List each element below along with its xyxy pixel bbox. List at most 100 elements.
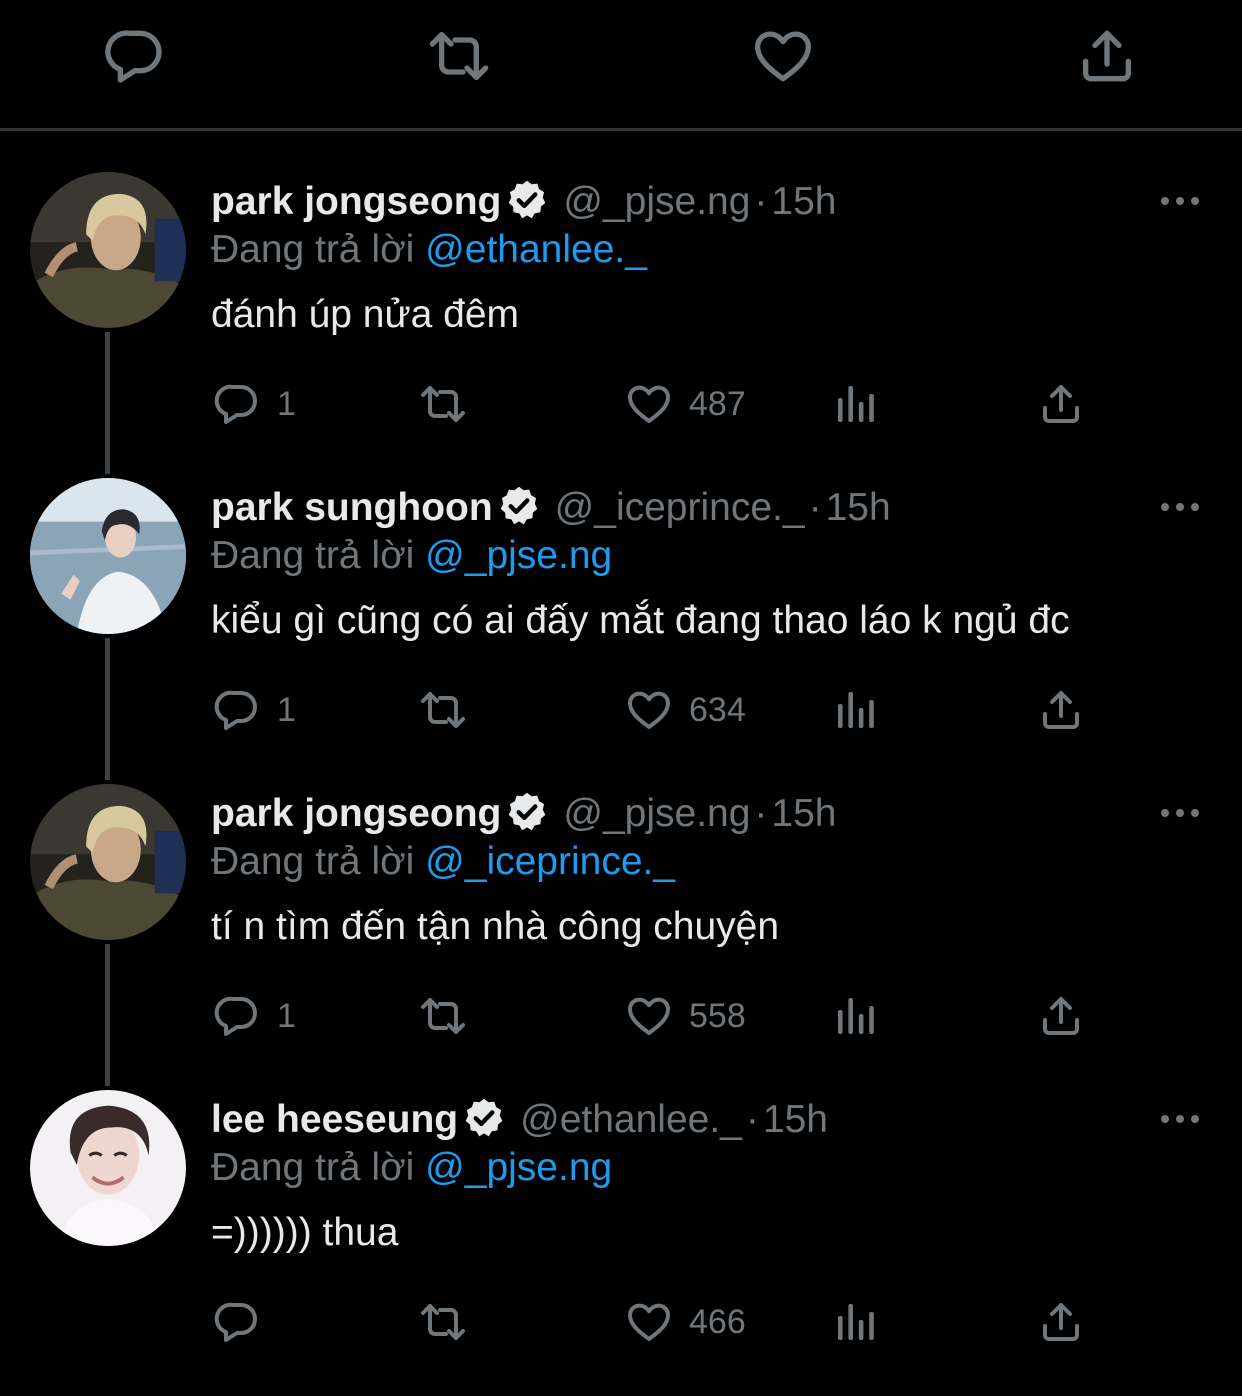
share-icon [1037, 686, 1085, 734]
timestamp[interactable]: 15h [763, 1098, 828, 1141]
like-button[interactable]: 466 [625, 1298, 746, 1346]
retweet-icon [419, 992, 467, 1040]
views-button[interactable] [832, 1298, 880, 1346]
like-icon [625, 992, 673, 1040]
reply-count: 1 [277, 384, 296, 423]
mention-link[interactable]: @ethanlee._ [425, 228, 647, 271]
replying-prefix: Đang trả lời [211, 1146, 415, 1189]
retweet-button[interactable] [419, 992, 467, 1040]
views-button[interactable] [832, 686, 880, 734]
reply-icon [213, 992, 261, 1040]
replying-prefix: Đang trả lời [211, 534, 415, 577]
author-name[interactable]: lee heeseung [211, 1098, 458, 1141]
like-button[interactable]: 487 [625, 380, 746, 428]
retweet-icon [419, 1298, 467, 1346]
views-button[interactable] [832, 380, 880, 428]
more-options-icon[interactable] [1158, 1104, 1202, 1134]
retweet-button[interactable] [419, 1298, 467, 1346]
like-button[interactable]: 558 [625, 992, 746, 1040]
reply-tweet[interactable]: park jongseong @_pjse.ng · 15h Đang trả lời… [0, 784, 1242, 1090]
separator-dot: · [808, 486, 822, 529]
share-icon [1037, 1298, 1085, 1346]
avatar[interactable] [30, 1090, 186, 1246]
tweet-text: đánh úp nửa đêm [211, 293, 520, 336]
tweet-header: lee heeseung @ethanlee._ · 15h [211, 1096, 828, 1142]
reply-count: 1 [277, 996, 296, 1035]
retweet-icon [419, 686, 467, 734]
tweet-header: park jongseong @_pjse.ng · 15h [211, 790, 837, 836]
author-name[interactable]: park jongseong [211, 180, 501, 223]
thread-line [105, 332, 110, 474]
share-button[interactable] [1037, 1298, 1085, 1346]
avatar[interactable] [30, 784, 186, 940]
timestamp[interactable]: 15h [826, 486, 891, 529]
tweet-text: kiểu gì cũng có ai đấy mắt đang thao láo… [211, 599, 1070, 642]
thread-line [105, 944, 110, 1086]
replying-prefix: Đang trả lời [211, 228, 415, 271]
verified-badge-icon [497, 484, 541, 528]
replying-to: Đang trả lời @_pjse.ng [211, 534, 612, 578]
reply-button[interactable]: 1 [213, 380, 296, 428]
retweet-button[interactable] [419, 380, 467, 428]
more-options-icon[interactable] [1158, 798, 1202, 828]
share-icon[interactable] [1075, 24, 1139, 88]
reply-button[interactable]: 1 [213, 992, 296, 1040]
separator-dot: · [745, 1098, 759, 1141]
share-button[interactable] [1037, 686, 1085, 734]
tweet-action-bar [0, 0, 1242, 131]
avatar[interactable] [30, 478, 186, 634]
mention-link[interactable]: @_iceprince._ [425, 840, 675, 883]
timestamp[interactable]: 15h [771, 180, 836, 223]
like-count: 634 [689, 690, 746, 729]
verified-badge-icon [505, 790, 549, 834]
like-count: 466 [689, 1302, 746, 1341]
mention-link[interactable]: @_pjse.ng [425, 1146, 612, 1189]
reply-button[interactable] [213, 1298, 277, 1346]
like-count: 558 [689, 996, 746, 1035]
views-icon [832, 380, 880, 428]
views-button[interactable] [832, 992, 880, 1040]
author-handle[interactable]: @_iceprince._ [555, 486, 805, 529]
reply-tweet[interactable]: lee heeseung @ethanlee._ · 15h Đang trả lời… [0, 1090, 1242, 1396]
like-button[interactable]: 634 [625, 686, 746, 734]
like-icon[interactable] [751, 24, 815, 88]
thread-line [105, 638, 110, 780]
replying-to: Đang trả lời @_pjse.ng [211, 1146, 612, 1190]
views-icon [832, 686, 880, 734]
reply-tweet[interactable]: park jongseong @_pjse.ng · 15h Đang trả lời… [0, 172, 1242, 478]
share-icon [1037, 380, 1085, 428]
share-button[interactable] [1037, 992, 1085, 1040]
author-handle[interactable]: @ethanlee._ [520, 1098, 742, 1141]
retweet-icon[interactable] [427, 24, 491, 88]
timestamp[interactable]: 15h [771, 792, 836, 835]
reply-tweet[interactable]: park sunghoon @_iceprince._ · 15h Đang trả … [0, 478, 1242, 784]
replying-to: Đang trả lời @ethanlee._ [211, 228, 647, 272]
reply-button[interactable]: 1 [213, 686, 296, 734]
more-options-icon[interactable] [1158, 186, 1202, 216]
like-icon [625, 686, 673, 734]
retweet-icon [419, 380, 467, 428]
retweet-button[interactable] [419, 686, 467, 734]
like-icon [625, 1298, 673, 1346]
replying-prefix: Đang trả lời [211, 840, 415, 883]
author-handle[interactable]: @_pjse.ng [563, 180, 750, 223]
share-icon [1037, 992, 1085, 1040]
tweet-text: tí n tìm đến tận nhà công chuyện [211, 905, 780, 948]
tweet-header: park jongseong @_pjse.ng · 15h [211, 178, 837, 224]
mention-link[interactable]: @_pjse.ng [425, 534, 612, 577]
avatar[interactable] [30, 172, 186, 328]
author-name[interactable]: park sunghoon [211, 486, 493, 529]
reply-icon[interactable] [103, 24, 167, 88]
like-icon [625, 380, 673, 428]
reply-icon [213, 686, 261, 734]
tweet-header: park sunghoon @_iceprince._ · 15h [211, 484, 891, 530]
author-name[interactable]: park jongseong [211, 792, 501, 835]
replying-to: Đang trả lời @_iceprince._ [211, 840, 675, 884]
separator-dot: · [754, 180, 768, 223]
author-handle[interactable]: @_pjse.ng [563, 792, 750, 835]
more-options-icon[interactable] [1158, 492, 1202, 522]
verified-badge-icon [505, 178, 549, 222]
reply-icon [213, 380, 261, 428]
reply-icon [213, 1298, 261, 1346]
share-button[interactable] [1037, 380, 1085, 428]
